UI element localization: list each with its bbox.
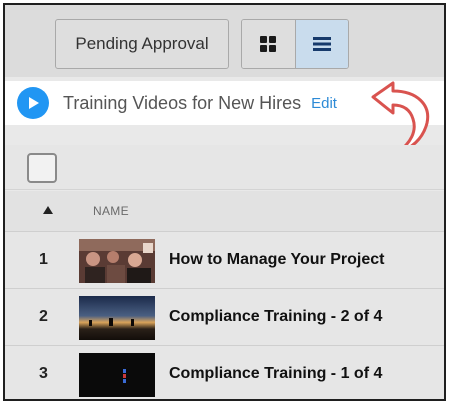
row-index: 1 [39, 251, 48, 268]
video-title[interactable]: How to Manage Your Project [169, 251, 384, 269]
video-thumbnail[interactable] [79, 353, 155, 397]
row-index: 3 [39, 365, 48, 382]
select-row [5, 145, 444, 190]
video-title[interactable]: Compliance Training - 2 of 4 [169, 308, 382, 326]
video-thumbnail[interactable] [79, 239, 155, 283]
play-icon[interactable] [17, 87, 49, 119]
grid-view-button[interactable] [242, 20, 296, 68]
row-index: 2 [39, 308, 48, 325]
sort-ascending-icon[interactable] [43, 206, 53, 214]
pending-approval-label: Pending Approval [75, 34, 209, 53]
video-thumbnail[interactable] [79, 296, 155, 340]
playlist-title: Training Videos for New Hires [63, 92, 302, 113]
table-row[interactable]: 1 How to Manage Your Project [5, 232, 444, 289]
list-view-button[interactable] [295, 20, 348, 68]
grid-icon [260, 36, 277, 52]
edit-link[interactable]: Edit [311, 95, 337, 112]
screenshot-frame: Pending Approval Training Videos for New… [3, 3, 446, 401]
pending-approval-button[interactable]: Pending Approval [55, 19, 229, 69]
toolbar: Pending Approval [5, 5, 444, 77]
view-toggle [241, 19, 349, 69]
table-row[interactable]: 2 Compliance Training - 2 of 4 [5, 289, 444, 346]
table-header: NAME [5, 191, 444, 232]
video-title[interactable]: Compliance Training - 1 of 4 [169, 365, 382, 383]
column-header-name[interactable]: NAME [93, 204, 129, 218]
list-icon [312, 37, 331, 51]
table-row[interactable]: 3 Compliance Training - 1 of 4 [5, 346, 444, 399]
select-all-checkbox[interactable] [27, 153, 57, 183]
